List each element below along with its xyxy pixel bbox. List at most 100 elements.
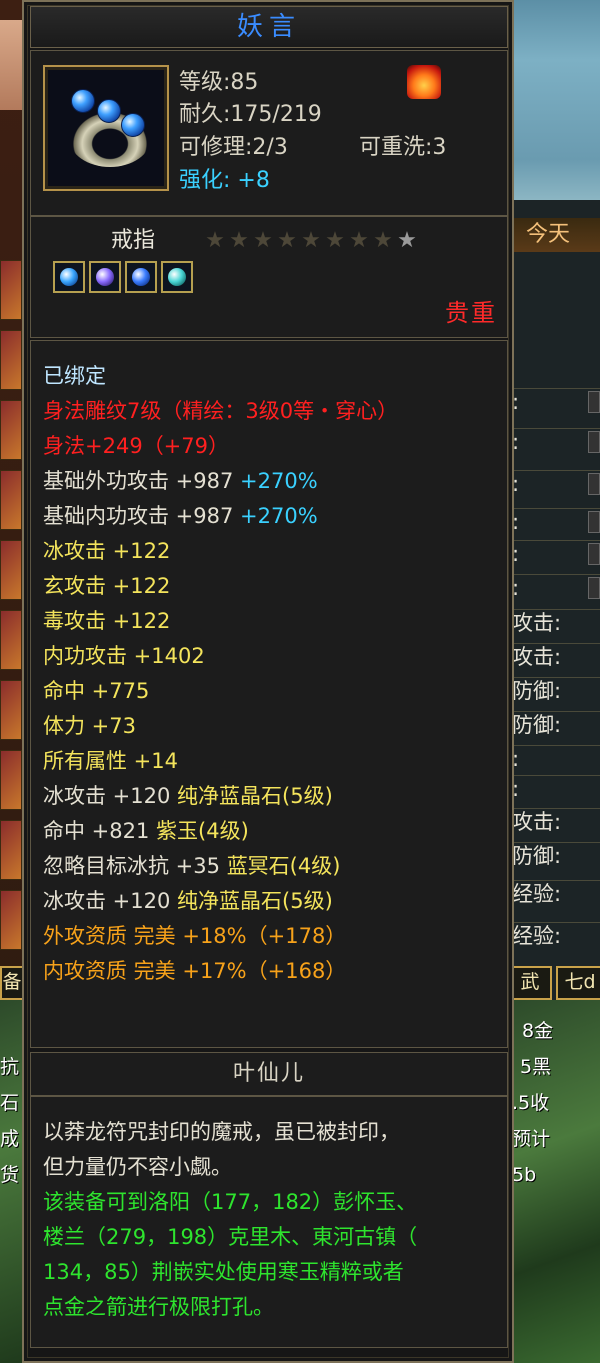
agility-bonus: （+79） (142, 434, 230, 458)
item-description: 以莽龙符咒封印的魔戒，虽已被封印， 但力量仍不容小觑。 该装备可到洛阳（177，… (30, 1096, 508, 1348)
gem-stat-value: 冰攻击 +120 (43, 889, 171, 913)
gem-icon (121, 113, 145, 137)
engrave-stat: 身法雕纹7级（精绘：3级0等・穿心） (43, 399, 399, 423)
hit-stat: 命中 +775 (43, 679, 150, 703)
gem-name: 紫玉(4级) (156, 819, 249, 843)
stats-panel-title: 今天 (512, 218, 600, 252)
equip-slot[interactable] (0, 400, 22, 460)
gem-name: 纯净蓝晶石(5级) (177, 889, 333, 913)
star-icon: ★ (277, 228, 297, 253)
poison-attack-stat: 毒攻击 +122 (43, 609, 171, 633)
ext-quality-stat: 外攻资质 完美 +18%（+178） (43, 924, 347, 948)
gem-stat-1: 冰攻击 +120 纯净蓝晶石(5级) (43, 781, 333, 811)
socket-hint-line: 点金之箭进行极限打孔。 (43, 1295, 274, 1319)
star-rating: ★ ★ ★ ★ ★ ★ ★ ★ ★ (203, 229, 419, 253)
gem-stat-3: 忽略目标冰抗 +35 蓝冥石(4级) (43, 851, 340, 881)
equip-slot[interactable] (0, 610, 22, 670)
enhance-label: 强化: (179, 168, 231, 193)
stats-row: : (512, 574, 600, 601)
bound-status: 已绑定 (43, 364, 106, 388)
stats-row: : (512, 428, 600, 455)
exp-label: 经验: (512, 880, 600, 907)
socket-hint-line: 该装备可到洛阳（177，182）彭怀玉、 (43, 1190, 418, 1214)
equip-slot[interactable] (0, 750, 22, 810)
int-attack-pct: +270% (240, 504, 318, 528)
ext-attack-stat: 基础外功攻击 +987 +270% (43, 466, 318, 496)
stats-label: 攻击: (512, 643, 600, 670)
socket-icon (89, 261, 121, 293)
stats-label: 防御: (512, 711, 600, 738)
equip-slot[interactable] (0, 260, 22, 320)
stats-row: : (512, 508, 600, 535)
item-tooltip: 妖言 等级:85 耐久:175/219 可修理:2/3 可重洗:3 强化: +8… (22, 0, 514, 1363)
gem-stat-value: 冰攻击 +120 (43, 784, 171, 808)
rarity-label: 贵重 (445, 299, 497, 327)
money-text: .5收 (512, 1092, 550, 1114)
stats-row: : (512, 540, 600, 567)
inner-attack-stat: 内功攻击 +1402 (43, 644, 205, 668)
gem-stat-4: 冰攻击 +120 纯净蓝晶石(5级) (43, 886, 333, 916)
socket-icon (161, 261, 193, 293)
item-enhance: 强化: +8 (179, 167, 270, 195)
item-level: 等级:85 (179, 70, 259, 95)
item-type-section: 戒指 ★ ★ ★ ★ ★ ★ ★ ★ ★ 贵重 (30, 216, 508, 338)
enhance-value: +8 (237, 168, 270, 193)
stamina-stat: 体力 +73 (43, 714, 136, 738)
gem-name: 蓝冥石(4级) (226, 854, 341, 878)
stats-label: 防御: (512, 677, 600, 704)
fire-element-icon (407, 65, 441, 99)
gem-icon (97, 99, 121, 123)
int-attack-stat: 基础内功攻击 +987 +270% (43, 501, 318, 531)
item-rewash: 可重洗:3 (359, 135, 447, 160)
tab-seven[interactable]: 七d (556, 966, 600, 1000)
tab-equip[interactable]: 备 (0, 966, 24, 1000)
gem-stat-value: 忽略目标冰抗 +35 (43, 854, 220, 878)
item-repair: 可修理:2/3 (179, 135, 288, 160)
item-name: 妖言 (30, 6, 508, 48)
equip-slot[interactable] (0, 330, 22, 390)
equip-slot[interactable] (0, 680, 22, 740)
stats-label: 防御: (512, 842, 600, 869)
character-portrait (0, 20, 22, 110)
item-durability: 耐久:175/219 (179, 102, 322, 127)
left-text: 抗 (0, 1056, 20, 1078)
equip-slot[interactable] (0, 540, 22, 600)
stats-label: 攻击: (512, 808, 600, 835)
agility-stat: 身法+249（+79） (43, 431, 229, 461)
description-line: 以莽龙符咒封印的魔戒，虽已被封印， (43, 1120, 400, 1144)
star-icon: ★ (229, 228, 249, 253)
equip-slot[interactable] (0, 820, 22, 880)
gem-name: 纯净蓝晶石(5级) (177, 784, 333, 808)
money-text: 5黑 (520, 1056, 552, 1078)
stats-label: 攻击: (512, 609, 600, 636)
left-text: 货 (0, 1164, 20, 1186)
left-text: 成 (0, 1128, 20, 1150)
equip-slot[interactable] (0, 890, 22, 950)
star-icon: ★ (373, 228, 393, 253)
ext-attack-pct: +270% (240, 469, 318, 493)
socket-icon (125, 261, 157, 293)
agility-base: 身法+249 (43, 434, 143, 458)
int-quality-stat: 内攻资质 完美 +17%（+168） (43, 959, 347, 983)
star-icon: ★ (397, 228, 417, 253)
socket-icon (53, 261, 85, 293)
star-icon: ★ (253, 228, 273, 253)
int-attack-label: 基础内功攻击 +987 (43, 504, 234, 528)
item-stats: 已绑定 身法雕纹7级（精绘：3级0等・穿心） 身法+249（+79） 基础外功攻… (30, 340, 508, 1048)
gem-sockets (53, 261, 193, 293)
gem-stat-value: 命中 +821 (43, 819, 150, 843)
star-icon: ★ (301, 228, 321, 253)
mystic-attack-stat: 玄攻击 +122 (43, 574, 171, 598)
stats-label: : (512, 775, 600, 802)
ext-attack-label: 基础外功攻击 +987 (43, 469, 234, 493)
tab-martial[interactable]: 武 (508, 966, 552, 1000)
star-icon: ★ (205, 228, 225, 253)
socket-hint-line: 134，85）荆嵌实处使用寒玉精粹或者 (43, 1260, 404, 1284)
description-line: 但力量仍不容小觑。 (43, 1155, 232, 1179)
star-icon: ★ (325, 228, 345, 253)
star-icon: ★ (349, 228, 369, 253)
money-text: 预计 (512, 1128, 551, 1150)
gem-icon (71, 89, 95, 113)
gem-stat-2: 命中 +821 紫玉(4级) (43, 816, 249, 846)
equip-slot[interactable] (0, 470, 22, 530)
